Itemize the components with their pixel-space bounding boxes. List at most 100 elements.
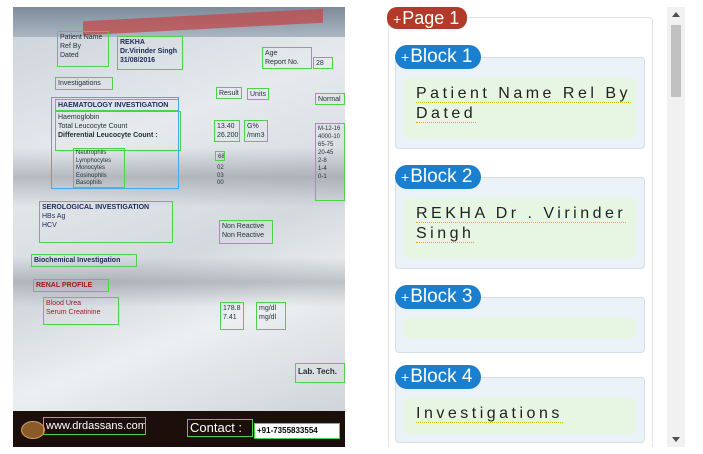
ocr-box-result[interactable]: Result (216, 87, 242, 99)
ocr-box-haem-results[interactable]: 13.40 26.200 (214, 120, 240, 142)
ocr-text: G% (247, 123, 259, 130)
ocr-text: 7.41 (223, 314, 237, 321)
plus-icon: + (401, 369, 410, 385)
ocr-box-patient-values[interactable]: REKHA Dr.Virinder Singh 31/08/2016 (117, 36, 183, 70)
ocr-results-panel[interactable]: +Page 1 Patient Name Rel By Dated +Block… (365, 7, 685, 447)
ocr-text: HCV (42, 222, 57, 229)
ocr-text: 03 (217, 172, 224, 179)
ocr-text: /mm3 (247, 132, 265, 139)
plus-icon: + (401, 169, 410, 185)
block-text-content: REKHA Dr . Virinder Singh (416, 205, 627, 243)
ocr-text: mg/dl (259, 314, 277, 321)
ocr-box-lab-tech[interactable]: Lab. Tech. (295, 363, 345, 383)
ocr-text: Basophils (76, 180, 103, 186)
ocr-text: www.drdassans.com (46, 420, 146, 432)
ocr-text: Eosinophils (76, 172, 107, 179)
ocr-box-contact-number[interactable]: +91-7355833554 (254, 423, 340, 439)
ocr-text: 2-8 (318, 158, 327, 164)
ocr-text: Non Reactive (222, 223, 265, 230)
page-badge[interactable]: +Page 1 (387, 7, 468, 29)
ocr-text: Patient Name (60, 34, 103, 41)
ocr-text: mg/dl (259, 305, 277, 312)
ocr-box-normal[interactable]: Normal (315, 93, 345, 105)
differential-values-plain: 02 03 00 (217, 165, 224, 188)
block-badge-2[interactable]: +Block 2 (395, 165, 481, 189)
ocr-box-renal-profile[interactable]: RENAL PROFILE (33, 279, 109, 292)
plus-icon: + (401, 289, 410, 305)
ocr-box-differential-values[interactable]: 68 (215, 151, 225, 161)
block-text-content: Patient Name Rel By Dated (416, 85, 632, 123)
ocr-text: Dr.Virinder Singh (120, 48, 178, 55)
block-text[interactable]: REKHA Dr . Virinder Singh (404, 198, 636, 258)
ocr-text: Normal (318, 96, 341, 103)
block-text[interactable]: Patient Name Rel By Dated (404, 78, 636, 138)
ocr-text: Serum Creatinine (46, 309, 101, 316)
ocr-text: Result (219, 90, 239, 97)
ocr-text: +91-7355833554 (257, 426, 318, 435)
ocr-text: 178.8 (223, 305, 241, 312)
block-label: Block 2 (410, 166, 473, 187)
ocr-text: SEROLOGICAL INVESTIGATION (42, 204, 150, 211)
clinic-logo (21, 421, 45, 439)
ocr-box-renal-tests[interactable]: Blood Urea Serum Creatinine (43, 297, 119, 325)
ocr-box-units[interactable]: Units (247, 88, 269, 100)
ocr-text: Monocytes (76, 165, 106, 171)
plus-icon: + (393, 11, 402, 27)
ocr-text: Biochemical Investigation (34, 257, 121, 264)
ocr-box-biochemical[interactable]: Biochemical Investigation (31, 254, 137, 267)
ocr-text: Investigations (58, 80, 101, 87)
ocr-text: 65-75 (318, 142, 334, 148)
ocr-text: 68 (218, 154, 225, 160)
ocr-text: 13.40 (217, 123, 235, 130)
ocr-box-patient-labels[interactable]: Patient Name Ref By Dated (57, 31, 109, 67)
ocr-box-haem-units[interactable]: G% /mm3 (244, 120, 268, 142)
ocr-text: 02 (217, 165, 224, 171)
document-image: Patient Name Ref By Dated REKHA Dr.Virin… (13, 7, 345, 447)
block-label: Block 4 (410, 366, 473, 387)
ocr-text: HBs Ag (42, 213, 66, 220)
ocr-text: Neutrophils (76, 150, 107, 156)
ocr-box-differential[interactable]: Neutrophils Lymphocytes Monocytes Eosino… (73, 148, 125, 188)
ocr-text: 4000-10 (318, 134, 341, 140)
ocr-text: Report No. (265, 59, 299, 66)
ocr-box-renal-units[interactable]: mg/dl mg/dl (256, 302, 286, 330)
ocr-text: Blood Urea (46, 300, 82, 307)
block-text[interactable]: Investigations (404, 398, 636, 434)
ocr-box-contact-label[interactable]: Contact : (187, 419, 253, 437)
ocr-box-renal-results[interactable]: 178.8 7.41 (220, 302, 244, 330)
block-badge-1[interactable]: +Block 1 (395, 45, 481, 69)
ocr-text: Dated (60, 52, 79, 59)
text-block-1[interactable]: Patient Name Rel By Dated (395, 57, 645, 149)
block-text[interactable] (404, 318, 636, 338)
page-label: Page 1 (402, 8, 460, 28)
plus-icon: + (401, 49, 410, 65)
scroll-up-arrow-icon[interactable] (672, 12, 680, 17)
ocr-text: Contact : (190, 420, 243, 435)
block-badge-4[interactable]: +Block 4 (395, 365, 481, 389)
ocr-box-age-value[interactable]: 28 (313, 57, 333, 69)
ocr-box-normal-ranges[interactable]: M-12-16 4000-10 65-75 20-45 2-8 1-4 0-1 (315, 123, 345, 201)
ocr-text: RENAL PROFILE (36, 282, 93, 289)
block-text-content: Investigations (416, 405, 563, 423)
ocr-text: 00 (217, 180, 224, 186)
ocr-text: Non Reactive (222, 232, 265, 239)
ocr-box-age-report[interactable]: Age Report No. (262, 47, 312, 69)
ocr-box-sero-results[interactable]: Non Reactive Non Reactive (219, 220, 273, 244)
ocr-text: Lymphocytes (76, 157, 112, 164)
block-label: Block 3 (410, 286, 473, 307)
ocr-text: 20-45 (318, 150, 334, 156)
ocr-text: 0-1 (318, 174, 327, 180)
ocr-text: 26.200 (217, 132, 239, 139)
scroll-down-arrow-icon[interactable] (672, 437, 680, 442)
ocr-box-serological[interactable]: SEROLOGICAL INVESTIGATION HBs Ag HCV (39, 201, 173, 243)
ocr-box-investigations[interactable]: Investigations (55, 77, 113, 90)
ocr-text: M-12-16 (318, 126, 341, 132)
block-badge-3[interactable]: +Block 3 (395, 285, 481, 309)
panel-scrollbar[interactable] (667, 7, 685, 447)
ocr-text: 28 (316, 60, 324, 67)
ocr-text: Ref By (60, 43, 82, 50)
text-block-2[interactable]: REKHA Dr . Virinder Singh (395, 177, 645, 269)
scroll-thumb[interactable] (671, 25, 681, 97)
ocr-text: REKHA (120, 39, 145, 46)
ocr-box-website[interactable]: www.drdassans.com (43, 417, 146, 435)
